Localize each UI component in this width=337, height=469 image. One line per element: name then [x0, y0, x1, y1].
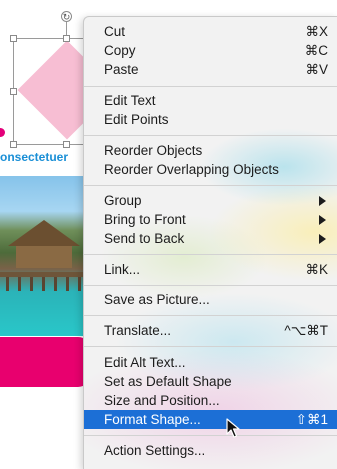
menu-item-link[interactable]: Link... ⌘K: [84, 260, 337, 279]
rotate-handle[interactable]: ↻: [61, 11, 72, 22]
menu-item-save-as-picture[interactable]: Save as Picture...: [84, 290, 337, 309]
menu-item-shortcut: ⌘X: [305, 24, 328, 39]
menu-item-shortcut: ⌘C: [304, 43, 328, 58]
submenu-arrow-icon: [319, 215, 326, 225]
submenu-arrow-icon: [319, 196, 326, 206]
menu-separator: [84, 135, 337, 136]
submenu-arrow-icon: [319, 234, 326, 244]
menu-item-format-shape[interactable]: Format Shape... ⇧⌘1: [84, 410, 337, 429]
slide-body-text[interactable]: onsectetuer: [0, 150, 68, 164]
menu-item-shortcut: ^⌥⌘T: [284, 323, 328, 338]
menu-item-shortcut: ⇧⌘1: [295, 412, 328, 427]
pink-banner-shape[interactable]: [0, 337, 92, 387]
menu-item-shortcut: ⌘K: [305, 262, 328, 277]
menu-item-label: Reorder Overlapping Objects: [104, 162, 279, 177]
menu-item-set-as-default-shape[interactable]: Set as Default Shape: [84, 372, 337, 391]
menu-separator: [84, 185, 337, 186]
menu-item-translate[interactable]: Translate... ^⌥⌘T: [84, 321, 337, 340]
menu-item-label: Translate...: [104, 323, 172, 338]
menu-item-label: Bring to Front: [104, 212, 186, 227]
menu-item-edit-text[interactable]: Edit Text: [84, 91, 337, 110]
resize-handle-top-middle[interactable]: [63, 35, 70, 42]
menu-item-label: Format Shape...: [104, 412, 201, 427]
menu-item-label: Save as Picture...: [104, 292, 210, 307]
context-menu: Cut ⌘X Copy ⌘C Paste ⌘V Edit Text Edit P…: [83, 16, 337, 469]
resize-handle-top-left[interactable]: [10, 35, 17, 42]
resize-handle-bottom-middle[interactable]: [63, 141, 70, 148]
menu-item-label: Link...: [104, 262, 141, 277]
menu-item-cut[interactable]: Cut ⌘X: [84, 22, 337, 41]
menu-item-label: Set as Default Shape: [104, 374, 232, 389]
menu-item-label: Edit Alt Text...: [104, 355, 186, 370]
menu-item-label: Size and Position...: [104, 393, 220, 408]
menu-item-copy[interactable]: Copy ⌘C: [84, 41, 337, 60]
menu-item-shortcut: ⌘V: [305, 62, 328, 77]
menu-separator: [84, 254, 337, 255]
menu-separator: [84, 285, 337, 286]
mouse-pointer-icon: [226, 418, 240, 438]
menu-separator: [84, 315, 337, 316]
menu-separator: [84, 435, 337, 436]
pink-bullet-dot: [0, 128, 5, 137]
menu-item-edit-points[interactable]: Edit Points: [84, 110, 337, 129]
menu-separator: [84, 346, 337, 347]
menu-separator: [84, 86, 337, 87]
menu-item-group[interactable]: Group: [84, 191, 337, 210]
menu-item-label: Edit Text: [104, 93, 156, 108]
menu-item-label: Paste: [104, 62, 139, 77]
menu-item-label: Edit Points: [104, 112, 169, 127]
hut-body: [16, 246, 72, 268]
hut-roof: [8, 220, 80, 246]
menu-item-reorder-objects[interactable]: Reorder Objects: [84, 141, 337, 160]
menu-item-send-to-back[interactable]: Send to Back: [84, 229, 337, 248]
menu-item-reorder-overlapping-objects[interactable]: Reorder Overlapping Objects: [84, 160, 337, 179]
menu-item-bring-to-front[interactable]: Bring to Front: [84, 210, 337, 229]
menu-item-label: Group: [104, 193, 142, 208]
overwater-bungalow-photo[interactable]: [0, 176, 90, 336]
menu-item-edit-alt-text[interactable]: Edit Alt Text...: [84, 353, 337, 372]
menu-item-size-and-position[interactable]: Size and Position...: [84, 391, 337, 410]
resize-handle-bottom-left[interactable]: [10, 141, 17, 148]
menu-item-label: Reorder Objects: [104, 143, 203, 158]
menu-item-label: Send to Back: [104, 231, 185, 246]
menu-item-label: Action Settings...: [104, 443, 206, 458]
menu-item-label: Copy: [104, 43, 136, 58]
resize-handle-middle-left[interactable]: [10, 88, 17, 95]
menu-item-label: Cut: [104, 24, 126, 39]
menu-item-action-settings[interactable]: Action Settings...: [84, 441, 337, 460]
menu-item-paste[interactable]: Paste ⌘V: [84, 60, 337, 79]
hut-stilts: [6, 277, 86, 291]
